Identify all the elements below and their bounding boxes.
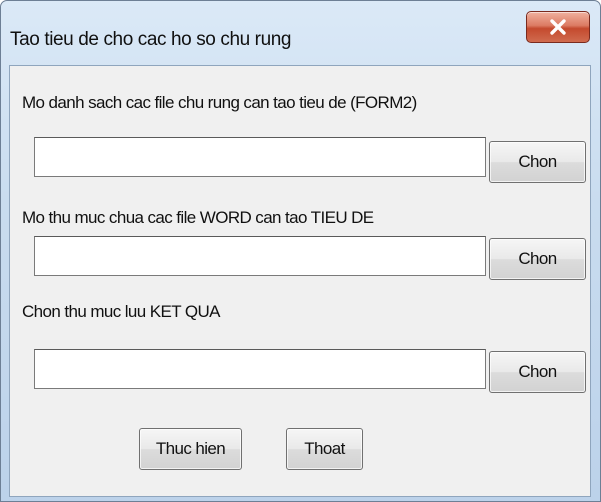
dialog-window: Tao tieu de cho cac ho so chu rung Mo da…	[0, 0, 601, 502]
word-folder-label: Mo thu muc chua cac file WORD can tao TI…	[22, 208, 374, 227]
execute-button[interactable]: Thuc hien	[139, 428, 242, 470]
choose-form2-file-button[interactable]: Chon	[489, 141, 586, 183]
close-icon	[548, 18, 568, 36]
choose-result-folder-button[interactable]: Chon	[489, 351, 586, 393]
close-button[interactable]	[526, 11, 590, 43]
word-folder-input[interactable]	[34, 236, 486, 276]
form2-file-label: Mo danh sach cac file chu rung can tao t…	[22, 93, 417, 112]
choose-word-folder-button[interactable]: Chon	[489, 238, 586, 280]
dialog-body: Mo danh sach cac file chu rung can tao t…	[9, 65, 591, 497]
result-folder-label: Chon thu muc luu KET QUA	[22, 302, 220, 321]
exit-button[interactable]: Thoat	[286, 428, 363, 470]
result-folder-input[interactable]	[34, 349, 486, 389]
form2-file-input[interactable]	[34, 137, 486, 177]
window-title: Tao tieu de cho cac ho so chu rung	[10, 29, 292, 50]
title-bar[interactable]: Tao tieu de cho cac ho so chu rung	[1, 1, 600, 63]
